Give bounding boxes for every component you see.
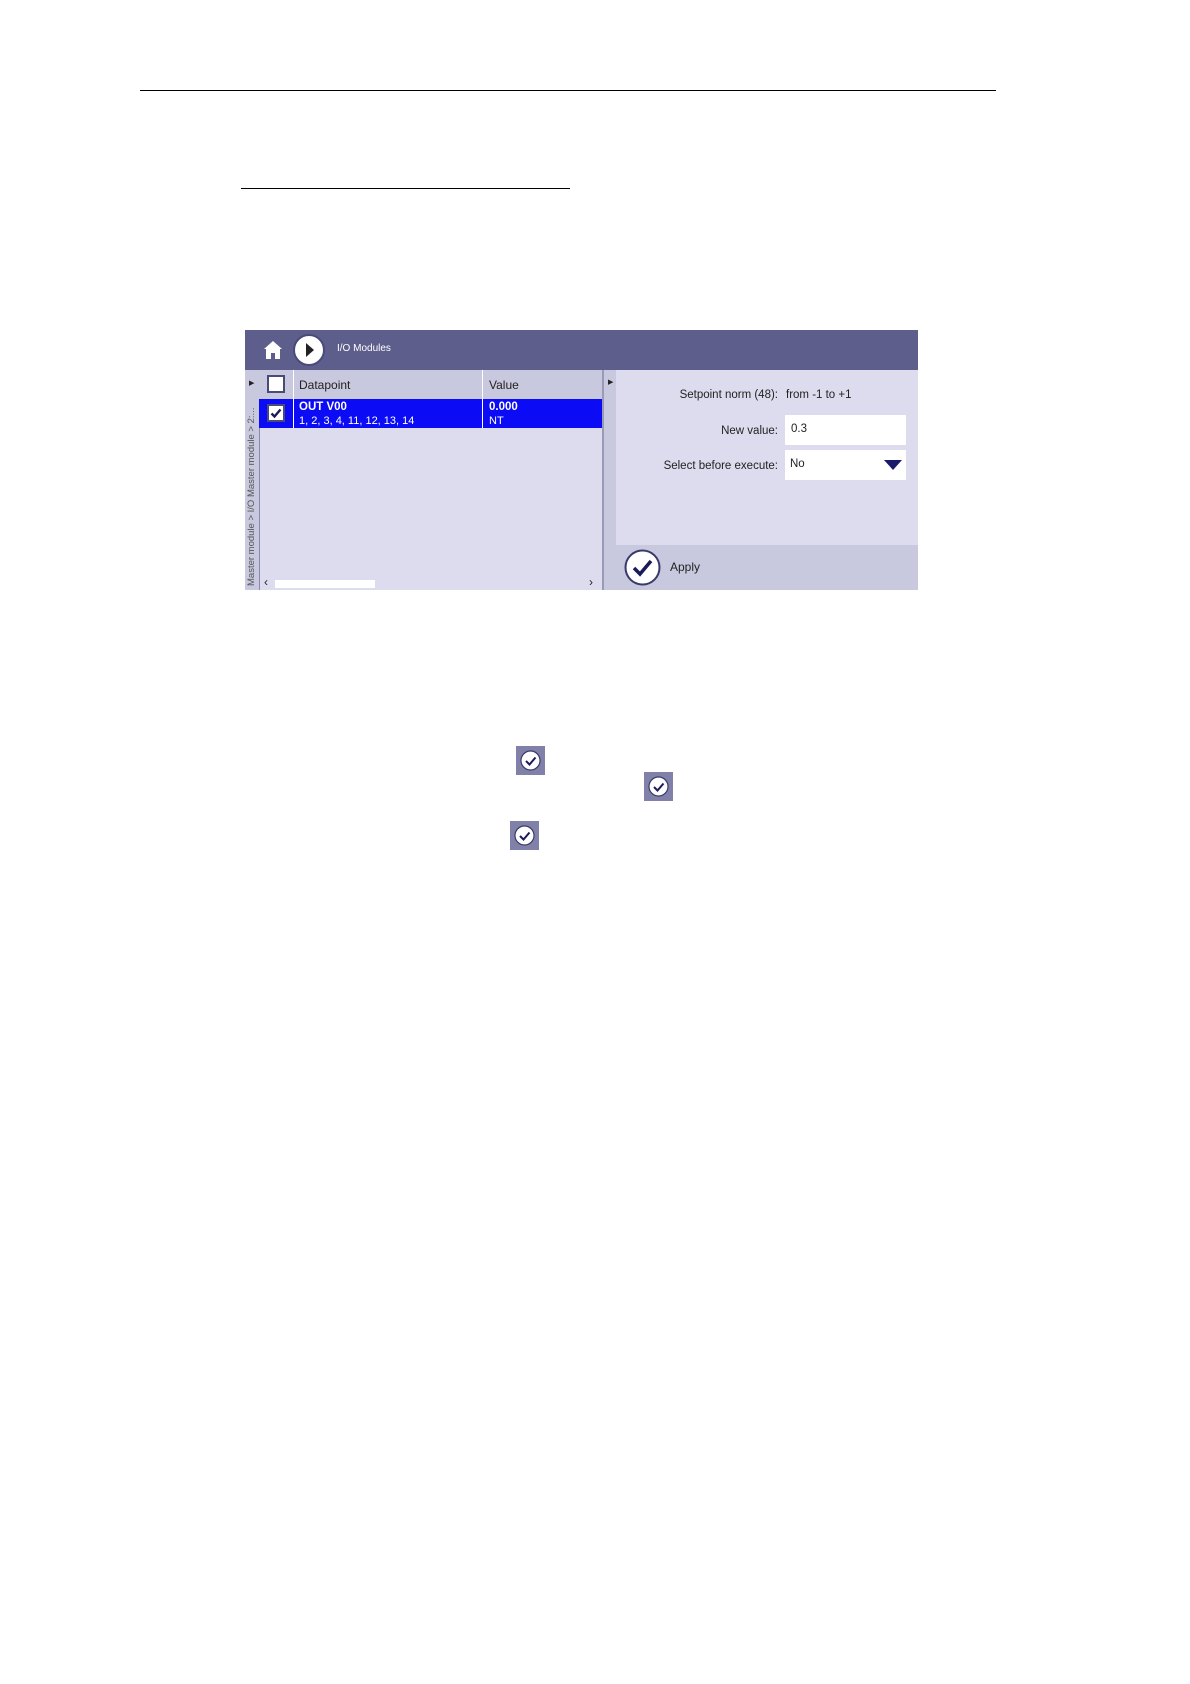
select-before-execute-dropdown[interactable]: No — [785, 450, 906, 480]
side-path-label: Master module > I/O Master module > 2:..… — [246, 407, 257, 586]
table-row[interactable]: OUT V00 1, 2, 3, 4, 11, 12, 13, 14 0.000… — [259, 399, 616, 428]
side-navigation-tab[interactable]: ▶ Master module > I/O Master module > 2:… — [245, 370, 259, 590]
setpoint-label: Setpoint norm (48): — [679, 389, 778, 401]
scrollbar-thumb[interactable] — [275, 580, 375, 588]
column-header-value[interactable]: Value — [489, 378, 519, 392]
page-header-rule — [140, 90, 996, 91]
panel-splitter[interactable]: ▶ — [602, 370, 616, 590]
column-divider — [482, 399, 483, 428]
collapse-arrow-icon[interactable]: ▶ — [608, 378, 613, 386]
apply-check-icon — [516, 746, 545, 775]
column-divider — [482, 370, 483, 399]
row-checkbox[interactable] — [267, 404, 285, 422]
datapoint-table: Datapoint Value OUT V00 1, 2, 3, 4, 11, … — [259, 370, 616, 590]
apply-check-icon — [644, 772, 673, 801]
horizontal-scrollbar[interactable]: ‹ › — [259, 575, 599, 590]
new-value-label: New value: — [721, 425, 778, 437]
datapoint-quality: NT — [489, 415, 504, 427]
breadcrumb[interactable]: I/O Modules — [337, 343, 391, 354]
heading-underline — [241, 188, 570, 189]
top-bar: I/O Modules — [245, 330, 918, 370]
forward-icon[interactable] — [293, 334, 325, 366]
apply-check-icon — [510, 821, 539, 850]
setpoint-range: from -1 to +1 — [786, 389, 852, 401]
apply-button[interactable]: Apply — [670, 560, 700, 574]
checkmark-icon — [270, 408, 282, 419]
column-divider — [293, 370, 294, 399]
apply-bar: Apply — [616, 545, 918, 590]
column-divider — [293, 399, 294, 428]
io-modules-screenshot: I/O Modules ▶ Master module > I/O Master… — [245, 330, 918, 590]
dropdown-caret-icon — [884, 460, 902, 470]
datapoint-name: OUT V00 — [299, 401, 347, 413]
table-edge — [259, 428, 260, 590]
select-before-execute-label: Select before execute: — [663, 460, 778, 472]
scroll-right-icon[interactable]: › — [589, 575, 593, 589]
home-icon[interactable] — [263, 340, 283, 360]
apply-check-icon[interactable] — [624, 549, 661, 586]
table-header: Datapoint Value — [259, 370, 616, 399]
new-value-input[interactable]: 0.3 — [785, 415, 906, 445]
dropdown-value: No — [790, 458, 805, 470]
datapoint-value: 0.000 — [489, 401, 518, 413]
select-all-checkbox[interactable] — [267, 375, 285, 393]
setpoint-form: Setpoint norm (48): from -1 to +1 New va… — [616, 370, 918, 545]
column-header-datapoint[interactable]: Datapoint — [299, 378, 350, 392]
scroll-left-icon[interactable]: ‹ — [264, 575, 268, 589]
datapoint-terminals: 1, 2, 3, 4, 11, 12, 13, 14 — [299, 415, 415, 427]
